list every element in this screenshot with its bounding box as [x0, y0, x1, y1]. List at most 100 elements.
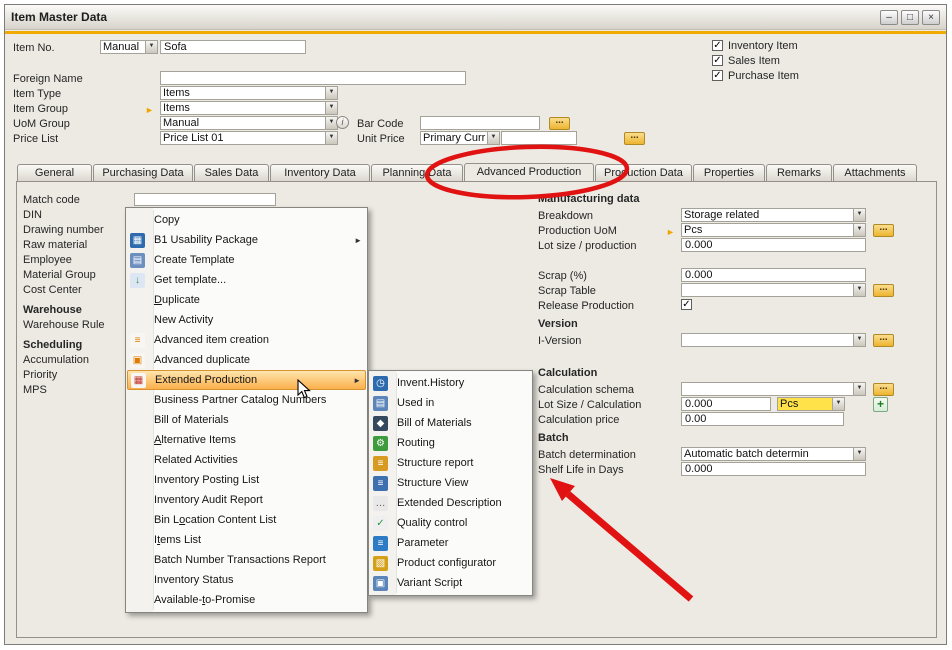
- dropdown-arrow-icon[interactable]: ▼: [853, 383, 865, 395]
- checkbox-row-inventory-item[interactable]: ✓Inventory Item: [712, 38, 799, 53]
- scrap-table-select[interactable]: ▼: [681, 283, 866, 297]
- menu-item-inventory-audit-report[interactable]: Inventory Audit Report: [127, 490, 366, 510]
- breakdown-select[interactable]: Storage related ▼: [681, 208, 866, 222]
- dropdown-arrow-icon[interactable]: ▼: [325, 102, 337, 114]
- menu-item-used-in[interactable]: ▤Used in: [370, 393, 531, 413]
- dropdown-arrow-icon[interactable]: ▼: [487, 132, 499, 144]
- menu-item-structure-view[interactable]: ≡Structure View: [370, 473, 531, 493]
- menu-item-advanced-item-creation[interactable]: ≡Advanced item creation: [127, 330, 366, 350]
- calculation-price-field[interactable]: 0.00: [681, 412, 844, 426]
- dropdown-arrow-icon[interactable]: ▼: [325, 87, 337, 99]
- dropdown-arrow-icon[interactable]: ▼: [853, 224, 865, 236]
- production-uom-select[interactable]: Pcs ▼: [681, 223, 866, 237]
- dropdown-arrow-icon[interactable]: ▼: [853, 448, 865, 460]
- dropdown-arrow-icon[interactable]: ▼: [145, 41, 157, 53]
- calculation-add-icon[interactable]: +: [873, 397, 888, 412]
- production-uom-more-button[interactable]: ...: [873, 224, 894, 237]
- i-version-select[interactable]: ▼: [681, 333, 866, 347]
- tab-purchasing-data[interactable]: Purchasing Data: [93, 164, 193, 181]
- minimize-button[interactable]: –: [880, 10, 898, 25]
- tab-attachments[interactable]: Attachments: [833, 164, 917, 181]
- menu-item-structure-report[interactable]: ≡Structure report: [370, 453, 531, 473]
- match-code-field[interactable]: [134, 193, 276, 206]
- menu-item-routing[interactable]: ⚙Routing: [370, 433, 531, 453]
- menu-item-new-activity[interactable]: New Activity: [127, 310, 366, 330]
- calculation-schema-more-button[interactable]: ...: [873, 383, 894, 396]
- item-group-select[interactable]: Items ▼: [160, 101, 338, 115]
- dropdown-arrow-icon[interactable]: ▼: [853, 209, 865, 221]
- menu-item-inventory-posting-list[interactable]: Inventory Posting List: [127, 470, 366, 490]
- menu-item-copy[interactable]: Copy: [127, 210, 366, 230]
- menu-item-extended-description[interactable]: …Extended Description: [370, 493, 531, 513]
- menu-item-bin-location-content-list[interactable]: Bin Location Content List: [127, 510, 366, 530]
- menu-item-create-template[interactable]: ▤Create Template: [127, 250, 366, 270]
- checkbox-row-sales-item[interactable]: ✓Sales Item: [712, 53, 799, 68]
- unit-price-field[interactable]: [501, 131, 577, 145]
- uom-info-icon[interactable]: i: [336, 116, 349, 129]
- tab-production-data[interactable]: Production Data: [595, 164, 692, 181]
- lot-size-calculation-field[interactable]: 0.000: [681, 397, 771, 411]
- bar-code-field[interactable]: [420, 116, 540, 130]
- tab-advanced-production[interactable]: Advanced Production: [464, 163, 594, 181]
- dropdown-arrow-icon[interactable]: ▼: [832, 398, 844, 410]
- item-group-link-arrow-icon[interactable]: ►: [145, 105, 154, 115]
- price-list-select[interactable]: Price List 01 ▼: [160, 131, 338, 145]
- close-button[interactable]: ×: [922, 10, 940, 25]
- menu-item-get-template[interactable]: ↓Get template...: [127, 270, 366, 290]
- tab-inventory-data[interactable]: Inventory Data: [270, 164, 370, 181]
- menu-item-invent-history[interactable]: ◷Invent.History: [370, 373, 531, 393]
- title-bar[interactable]: Item Master Data – □ ×: [5, 5, 946, 30]
- tab-properties[interactable]: Properties: [693, 164, 765, 181]
- menu-item-extended-production[interactable]: ▦Extended Production►: [127, 370, 366, 390]
- tab-general[interactable]: General: [17, 164, 92, 181]
- unit-price-more-button[interactable]: ...: [624, 132, 645, 145]
- checkbox-purchase-item[interactable]: ✓: [712, 70, 723, 81]
- tab-sales-data[interactable]: Sales Data: [194, 164, 269, 181]
- release-production-checkbox[interactable]: ✓: [681, 299, 692, 310]
- shelf-life-field[interactable]: 0.000: [681, 462, 866, 476]
- menu-item-duplicate[interactable]: Duplicate: [127, 290, 366, 310]
- menu-item-product-configurator[interactable]: ▧Product configurator: [370, 553, 531, 573]
- foreign-name-field[interactable]: [160, 71, 466, 85]
- menu-item-b1-usability-package[interactable]: ▦B1 Usability Package►: [127, 230, 366, 250]
- menu-item-bill-of-materials[interactable]: ◆Bill of Materials: [370, 413, 531, 433]
- menu-item-business-partner-catalog-numbers[interactable]: Business Partner Catalog Numbers: [127, 390, 366, 410]
- scrap-table-more-button[interactable]: ...: [873, 284, 894, 297]
- menu-item-items-list[interactable]: Items List: [127, 530, 366, 550]
- bar-code-more-button[interactable]: ...: [549, 117, 570, 130]
- calculation-price-label: Calculation price: [538, 414, 619, 426]
- checkbox-inventory-item[interactable]: ✓: [712, 40, 723, 51]
- checkbox-row-purchase-item[interactable]: ✓Purchase Item: [712, 68, 799, 83]
- accumulation-label: Accumulation: [23, 354, 89, 366]
- batch-determination-select[interactable]: Automatic batch determin ▼: [681, 447, 866, 461]
- uom-group-select[interactable]: Manual ▼: [160, 116, 338, 130]
- menu-item-bill-of-materials[interactable]: Bill of Materials: [127, 410, 366, 430]
- menu-item-batch-number-transactions-report[interactable]: Batch Number Transactions Report: [127, 550, 366, 570]
- dropdown-arrow-icon[interactable]: ▼: [853, 284, 865, 296]
- menu-item-variant-script[interactable]: ▣Variant Script: [370, 573, 531, 593]
- menu-item-label: Bill of Materials: [154, 414, 352, 426]
- item-type-select[interactable]: Items ▼: [160, 86, 338, 100]
- checkbox-sales-item[interactable]: ✓: [712, 55, 723, 66]
- dropdown-arrow-icon[interactable]: ▼: [325, 132, 337, 144]
- dropdown-arrow-icon[interactable]: ▼: [853, 334, 865, 346]
- menu-item-available-to-promise[interactable]: Available-to-Promise: [127, 590, 366, 610]
- unit-price-currency-select[interactable]: Primary Curr ▼: [420, 131, 500, 145]
- menu-item-quality-control[interactable]: ✓Quality control: [370, 513, 531, 533]
- tab-remarks[interactable]: Remarks: [766, 164, 832, 181]
- tab-planning-data[interactable]: Planning Data: [371, 164, 463, 181]
- restore-button[interactable]: □: [901, 10, 919, 25]
- menu-item-parameter[interactable]: ≡Parameter: [370, 533, 531, 553]
- item-no-mode-select[interactable]: Manual ▼: [100, 40, 158, 54]
- lot-size-production-field[interactable]: 0.000: [681, 238, 866, 252]
- production-uom-link-arrow-icon[interactable]: ►: [666, 227, 675, 237]
- menu-item-inventory-status[interactable]: Inventory Status: [127, 570, 366, 590]
- lot-size-calculation-uom-select[interactable]: Pcs ▼: [777, 397, 845, 411]
- menu-item-advanced-duplicate[interactable]: ▣Advanced duplicate: [127, 350, 366, 370]
- i-version-more-button[interactable]: ...: [873, 334, 894, 347]
- menu-item-related-activities[interactable]: Related Activities: [127, 450, 366, 470]
- calculation-schema-select[interactable]: ▼: [681, 382, 866, 396]
- menu-item-alternative-items[interactable]: Alternative Items: [127, 430, 366, 450]
- scrap-pct-field[interactable]: 0.000: [681, 268, 866, 282]
- item-no-field[interactable]: Sofa: [160, 40, 306, 54]
